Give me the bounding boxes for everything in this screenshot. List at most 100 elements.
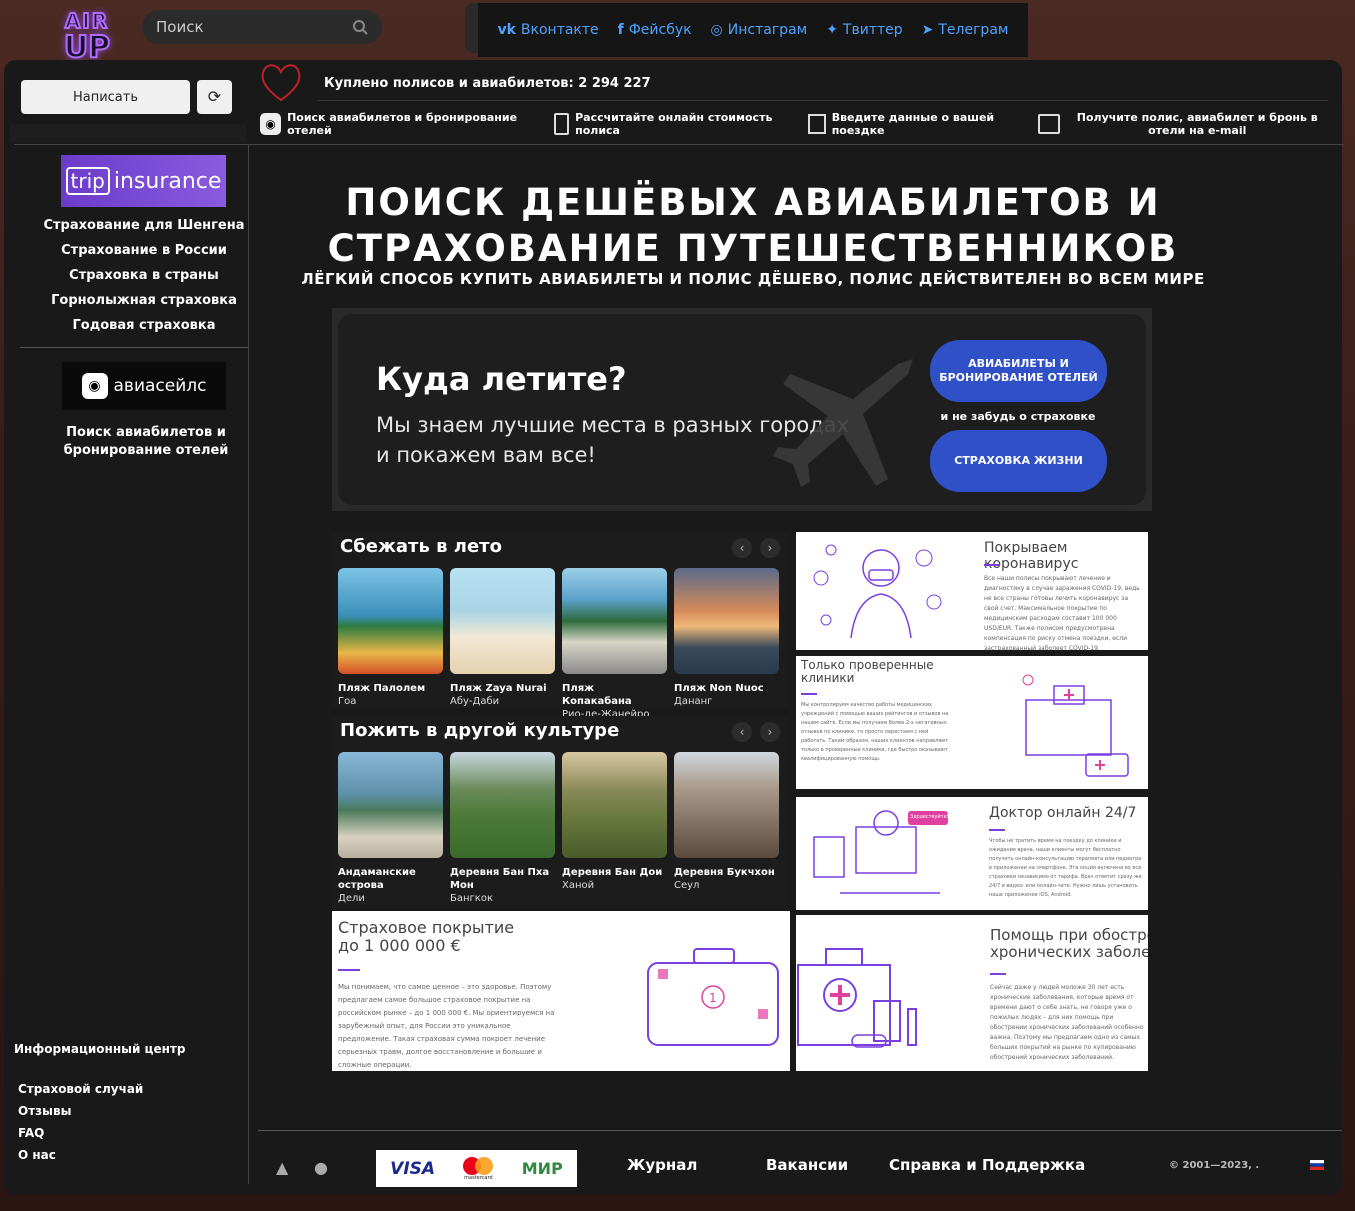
logo[interactable]: AIR UP: [52, 9, 122, 66]
card-doctor-online: Здравствуйте! Доктор онлайн 24/7 Чтобы н…: [796, 797, 1148, 910]
flights-hotels-button[interactable]: АВИАБИЛЕТЫ И БРОНИРОВАНИЕ ОТЕЛЕЙ: [930, 340, 1107, 402]
destination-card[interactable]: Андаманские острова Дели: [338, 752, 443, 906]
carousel-nav: ‹ ›: [732, 722, 780, 742]
destination-photo: [674, 752, 779, 858]
life-insurance-button[interactable]: СТРАХОВКА ЖИЗНИ: [930, 430, 1107, 492]
destination-banner: Куда летите? Мы знаем лучшие места в раз…: [332, 308, 1152, 511]
russia-flag-icon[interactable]: [1310, 1160, 1324, 1170]
sidebar-link-russia[interactable]: Страхование в России: [38, 238, 250, 263]
card-title: Доктор онлайн 24/7: [989, 805, 1137, 821]
sidebar-link-countries[interactable]: Страховка в страны: [38, 263, 250, 288]
counter-divider: [318, 100, 1328, 101]
card-text: Все наши полисы покрывают лечение и диаг…: [984, 575, 1140, 650]
social-link-instagram[interactable]: ◎ Инстаграм: [711, 22, 808, 38]
refresh-icon: ⟳: [207, 89, 222, 106]
card-chronic: Помощь при обострени хронических заболев…: [796, 915, 1148, 1071]
hero-subtitle: ЛЁГКИЙ СПОСОБ КУПИТЬ АВИАБИЛЕТЫ И ПОЛИС …: [301, 270, 1205, 288]
sidebar-link-schengen[interactable]: Страхование для Шенгена: [38, 213, 250, 238]
step-search: ◉ Поиск авиабилетов и бронирование отеле…: [254, 111, 554, 137]
social-link-vk[interactable]: vk Вконтакте: [497, 22, 598, 38]
card-accent: [989, 829, 1005, 831]
chevron-left-icon[interactable]: ‹: [732, 722, 752, 742]
chevron-right-icon[interactable]: ›: [760, 538, 780, 558]
destination-photo: [450, 568, 555, 674]
aviasales-link[interactable]: Поиск авиабилетов и бронирование отелей: [58, 424, 234, 460]
info-link-claim[interactable]: Страховой случай: [18, 1082, 185, 1104]
sidebar-link-annual[interactable]: Годовая страховка: [38, 313, 250, 338]
chevron-left-icon[interactable]: ‹: [732, 538, 752, 558]
mir-logo: МИР: [521, 1159, 563, 1178]
logo-top: AIR: [64, 9, 110, 33]
footer-link-journal[interactable]: Журнал: [627, 1156, 697, 1174]
card-clinics: Только проверенные клиники Мы контролиру…: [796, 656, 1148, 789]
twitter-icon: ✦: [826, 22, 838, 38]
card-title: Страховое покрытие до 1 000 000 €: [338, 918, 515, 955]
info-link-reviews[interactable]: Отзывы: [18, 1104, 185, 1126]
sidebar-header-strip: [10, 124, 246, 142]
banner-insurance-reminder: и не забудь о страховке: [940, 410, 1096, 423]
destination-card[interactable]: Деревня Букчхон Сеул: [674, 752, 779, 906]
android-icon[interactable]: ▲: [276, 1158, 288, 1177]
card-text: Мы контролируем качество работы медицинс…: [801, 702, 949, 762]
card-title: Покрываем коронавирус: [984, 540, 1079, 572]
trip-insurance-logo[interactable]: trip insurance: [61, 155, 226, 207]
destination-photo: [562, 752, 667, 858]
footer-link-jobs[interactable]: Вакансии: [766, 1156, 848, 1174]
info-link-about[interactable]: О нас: [18, 1148, 185, 1170]
aviasales-logo[interactable]: ◉ авиасейлс: [62, 362, 226, 410]
info-center: Информационный центр Страховой случай От…: [14, 1042, 185, 1170]
destination-card[interactable]: Пляж Non Nuoc Дананг: [674, 568, 779, 722]
carousel-nav: ‹ ›: [732, 538, 780, 558]
destination-card[interactable]: Пляж Палолем Гоа: [338, 568, 443, 722]
social-link-telegram[interactable]: ➤ Телеграм: [922, 22, 1009, 38]
social-link-facebook[interactable]: f Фейсбук: [618, 22, 692, 38]
culture-destinations: Пожить в другой культуре ‹ › Андаманские…: [332, 716, 788, 908]
apple-icon[interactable]: ●: [314, 1158, 328, 1177]
chevron-right-icon[interactable]: ›: [760, 722, 780, 742]
chat-bubble: Здравствуйте!: [910, 814, 949, 820]
footer-link-support[interactable]: Справка и Поддержка: [889, 1156, 1085, 1174]
card-text: Сейчас даже у людей моложе 30 лет есть х…: [990, 984, 1144, 1061]
printer-icon: [1038, 114, 1061, 134]
destination-card[interactable]: Пляж Копакабана Рио-де-Жанейро: [562, 568, 667, 722]
steps-bar: ◉ Поиск авиабилетов и бронирование отеле…: [254, 104, 1338, 144]
step-calculate: Рассчитайте онлайн стоимость полиса: [553, 111, 809, 137]
social-link-twitter[interactable]: ✦ Твиттер: [826, 22, 902, 38]
hero-title: ПОИСК ДЕШЁВЫХ АВИАБИЛЕТОВ И СТРАХОВАНИЕ …: [327, 181, 1179, 270]
copyright: © 2001—2023, .: [1169, 1160, 1260, 1171]
destination-photo: [674, 568, 779, 674]
step-trip-data: Введите данные о вашей поездке: [808, 111, 1038, 137]
destination-photo: [562, 568, 667, 674]
refresh-button[interactable]: ⟳: [197, 80, 232, 114]
sidebar-link-ski[interactable]: Горнолыжная страховка: [38, 288, 250, 313]
section-title: Пожить в другой культуре: [340, 720, 620, 741]
destination-card[interactable]: Деревня Бан Пха Мон Бангкок: [450, 752, 555, 906]
card-accent: [990, 973, 1006, 975]
destination-card[interactable]: Пляж Zaya Nurai Абу-Даби: [450, 568, 555, 722]
destination-photo: [338, 568, 443, 674]
calculator-icon: [553, 113, 570, 135]
write-button[interactable]: Написать: [21, 80, 190, 114]
banner-title: Куда летите?: [376, 360, 627, 398]
vk-icon: vk: [497, 22, 516, 38]
destination-card[interactable]: Деревня Бан Дои Ханой: [562, 752, 667, 906]
destination-photo: [338, 752, 443, 858]
telegram-icon: ➤: [921, 22, 934, 38]
instagram-icon: ◎: [710, 22, 723, 38]
step-receive: Получите полис, авиабилет и бронь в отел…: [1038, 111, 1338, 137]
search-icon[interactable]: [352, 19, 368, 35]
card-accent: [338, 969, 360, 971]
card-text: Мы понимаем, что самое ценное – это здор…: [338, 983, 555, 1069]
facebook-icon: f: [617, 22, 624, 38]
doctor-mask-illustration: [813, 544, 942, 639]
camera-icon: ◉: [260, 113, 282, 135]
footer: ▲ ● VISA mastercard МИР Журнал Вакансии …: [258, 1140, 1342, 1190]
destination-photo: [450, 752, 555, 858]
search-input[interactable]: [156, 18, 352, 36]
card-text: Чтобы не тратить время на поездку до кли…: [989, 838, 1142, 898]
card-covid: Покрываем коронавирус Все наши полисы по…: [796, 532, 1148, 650]
info-link-faq[interactable]: FAQ: [18, 1126, 185, 1148]
info-center-heading: Информационный центр: [14, 1042, 186, 1056]
aviasales-icon: ◉: [81, 373, 108, 399]
social-bar: vk Вконтакте f Фейсбук ◎ Инстаграм ✦ Твиттер…: [478, 3, 1028, 57]
